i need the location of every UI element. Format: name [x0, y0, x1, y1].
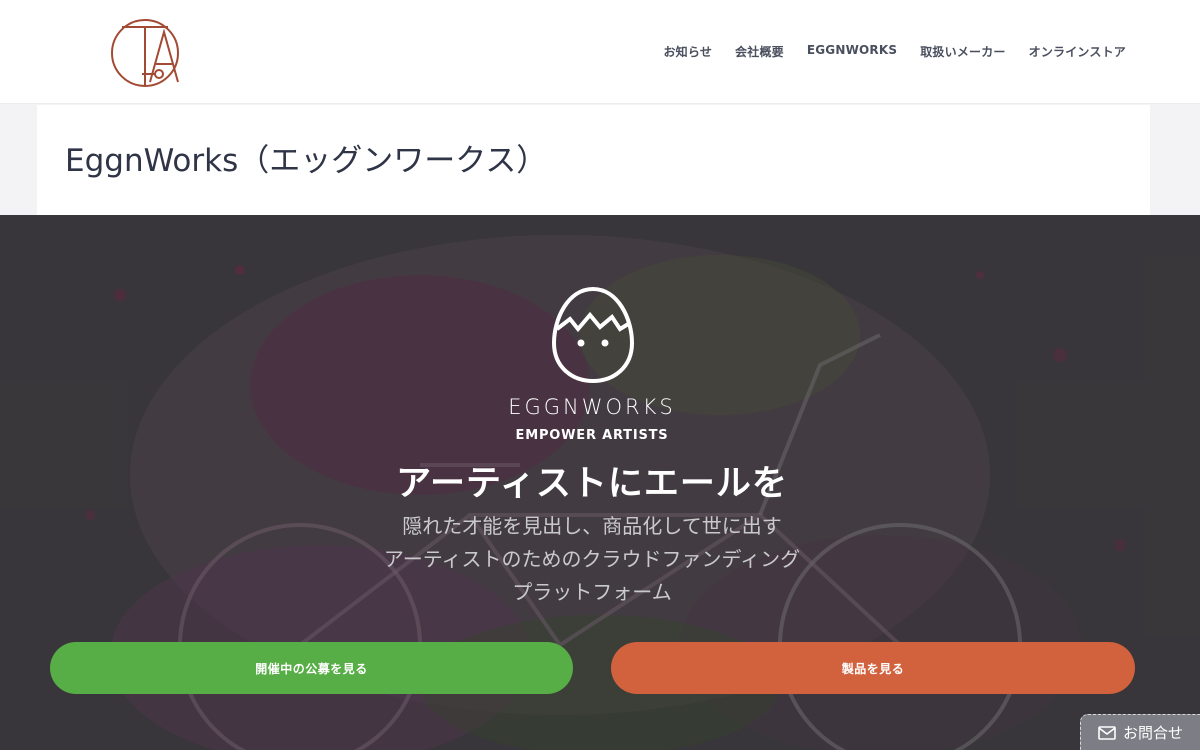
- main-nav: お知らせ 会社概要 EGGNWORKS 取扱いメーカー オンラインストア: [663, 43, 1126, 60]
- hero-description-line: 隠れた才能を見出し、商品化して世に出す: [402, 514, 782, 538]
- nav-item-makers[interactable]: 取扱いメーカー: [920, 43, 1005, 60]
- view-products-button[interactable]: 製品を見る: [611, 642, 1135, 694]
- hero-description-line: アーティストのためのクラウドファンディング: [383, 547, 801, 571]
- brand-tagline: EMPOWER ARTISTS: [515, 428, 669, 443]
- hero-description: 隠れた才能を見出し、商品化して世に出す アーティストのためのクラウドファンディン…: [0, 510, 1184, 609]
- brand-name: EGGNWORKS: [508, 395, 676, 419]
- mail-icon: [1098, 725, 1116, 740]
- contact-label: お問合せ: [1122, 724, 1183, 742]
- hero-heading: アーティストにエールを: [396, 464, 788, 504]
- nav-item-news[interactable]: お知らせ: [663, 43, 712, 60]
- site-header: お知らせ 会社概要 EGGNWORKS 取扱いメーカー オンラインストア: [0, 0, 1200, 104]
- nav-item-online-store[interactable]: オンラインストア: [1029, 43, 1126, 60]
- view-open-calls-button[interactable]: 開催中の公募を見る: [50, 642, 573, 694]
- page-title: EggnWorks（エッグンワークス）: [65, 143, 548, 179]
- cracked-egg-face-icon: [551, 286, 635, 384]
- nav-item-company[interactable]: 会社概要: [735, 43, 784, 60]
- title-band: EggnWorks（エッグンワークス）: [0, 105, 1200, 215]
- contact-tab[interactable]: お問合せ: [1080, 714, 1200, 750]
- title-card: EggnWorks（エッグンワークス）: [37, 105, 1150, 215]
- hero-section: EGGNWORKS EMPOWER ARTISTS アーティストにエールを 隠れ…: [0, 215, 1200, 750]
- ta-monogram-logo-icon[interactable]: [108, 12, 182, 90]
- nav-item-eggnworks[interactable]: EGGNWORKS: [807, 43, 897, 60]
- hero-description-line: プラットフォーム: [512, 580, 672, 604]
